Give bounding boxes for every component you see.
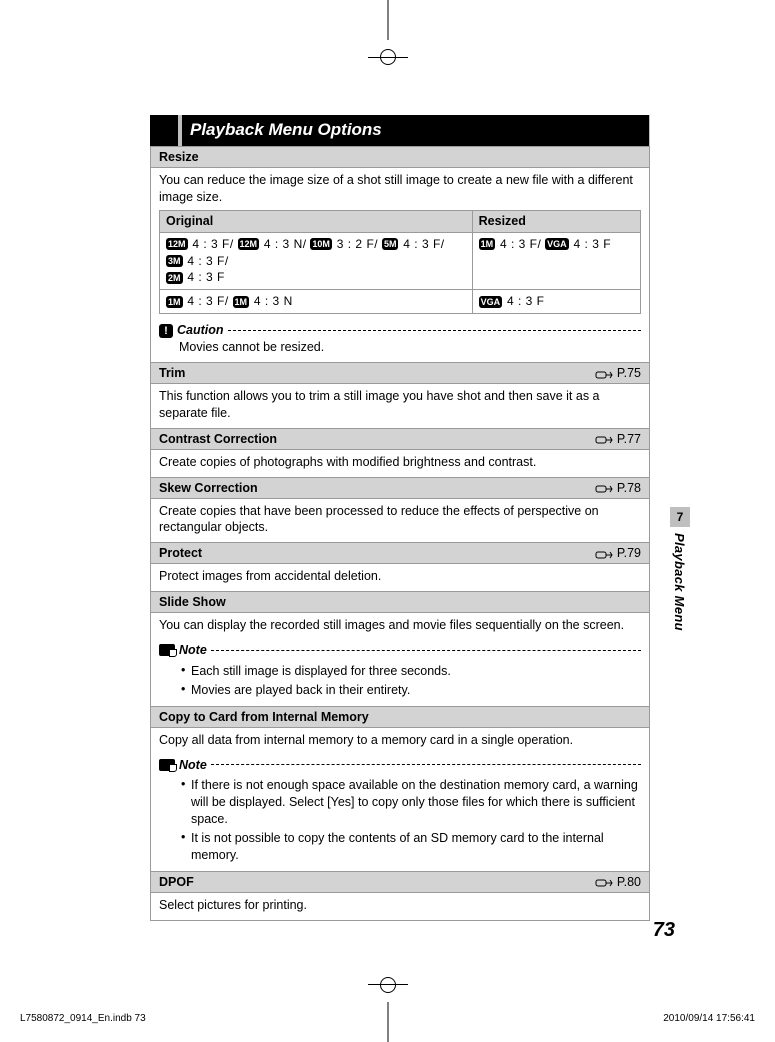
page-ref: P.78 [595,481,641,495]
caution-text: Movies cannot be resized. [159,339,641,356]
contrast-desc: Create copies of photographs with modifi… [151,449,650,477]
footer-right: 2010/09/14 17:56:41 [663,1013,755,1024]
note-row: Note [159,757,641,774]
section-title-bar: Playback Menu Options [150,115,650,146]
hand-icon [595,482,613,494]
resize-body: You can reduce the image size of a shot … [151,168,650,363]
section-title: Playback Menu Options [182,115,649,146]
slideshow-body: You can display the recorded still image… [151,613,650,707]
note-label: Note [179,642,207,659]
caution-label: Caution [177,322,224,339]
page-content: Playback Menu Options Resize You can red… [150,115,650,921]
page-ref: P.79 [595,546,641,560]
col-resized: Resized [472,210,640,232]
page-ref: P.80 [595,875,641,889]
note-icon [159,759,175,771]
note-list: Each still image is displayed for three … [159,662,641,700]
copy-header: Copy to Card from Internal Memory [151,706,650,727]
hand-icon [595,548,613,560]
hand-icon [595,433,613,445]
skew-header: Skew Correction P.78 [151,477,650,498]
page-ref: P.77 [595,432,641,446]
trim-desc: This function allows you to trim a still… [151,383,650,428]
note-list: If there is not enough space available o… [159,776,641,864]
copy-body: Copy all data from internal memory to a … [151,727,650,871]
hand-icon [595,876,613,888]
trim-header: Trim P.75 [151,362,650,383]
skew-desc: Create copies that have been processed t… [151,498,650,543]
protect-desc: Protect images from accidental deletion. [151,564,650,592]
list-item: Movies are played back in their entirety… [181,681,641,700]
note-label: Note [179,757,207,774]
options-table: Resize You can reduce the image size of … [150,146,650,921]
side-tab: 7 Playback Menu [670,507,690,631]
table-row: 12M 4 : 3 F/ 12M 4 : 3 N/ 10M 3 : 2 F/ 5… [160,232,641,290]
page-number: 73 [653,919,675,942]
caution-icon: ! [159,324,173,338]
resize-table: Original Resized 12M 4 : 3 F/ 12M 4 : 3 … [159,210,641,314]
list-item: It is not possible to copy the contents … [181,829,641,865]
hand-icon [595,368,613,380]
slideshow-header: Slide Show [151,592,650,613]
dpof-desc: Select pictures for printing. [151,892,650,920]
page-ref: P.75 [595,366,641,380]
note-icon [159,644,175,656]
note-row: Note [159,642,641,659]
caution-row: ! Caution [159,322,641,339]
footer-left: L7580872_0914_En.indb 73 [20,1013,146,1024]
list-item: If there is not enough space available o… [181,776,641,829]
chapter-label: Playback Menu [670,533,687,631]
contrast-header: Contrast Correction P.77 [151,428,650,449]
list-item: Each still image is displayed for three … [181,662,641,681]
resize-header: Resize [151,147,650,168]
protect-header: Protect P.79 [151,543,650,564]
chapter-number: 7 [670,507,690,527]
table-row: 1M 4 : 3 F/ 1M 4 : 3 N VGA 4 : 3 F [160,290,641,314]
col-original: Original [160,210,473,232]
dpof-header: DPOF P.80 [151,871,650,892]
resize-desc: You can reduce the image size of a shot … [159,172,641,206]
